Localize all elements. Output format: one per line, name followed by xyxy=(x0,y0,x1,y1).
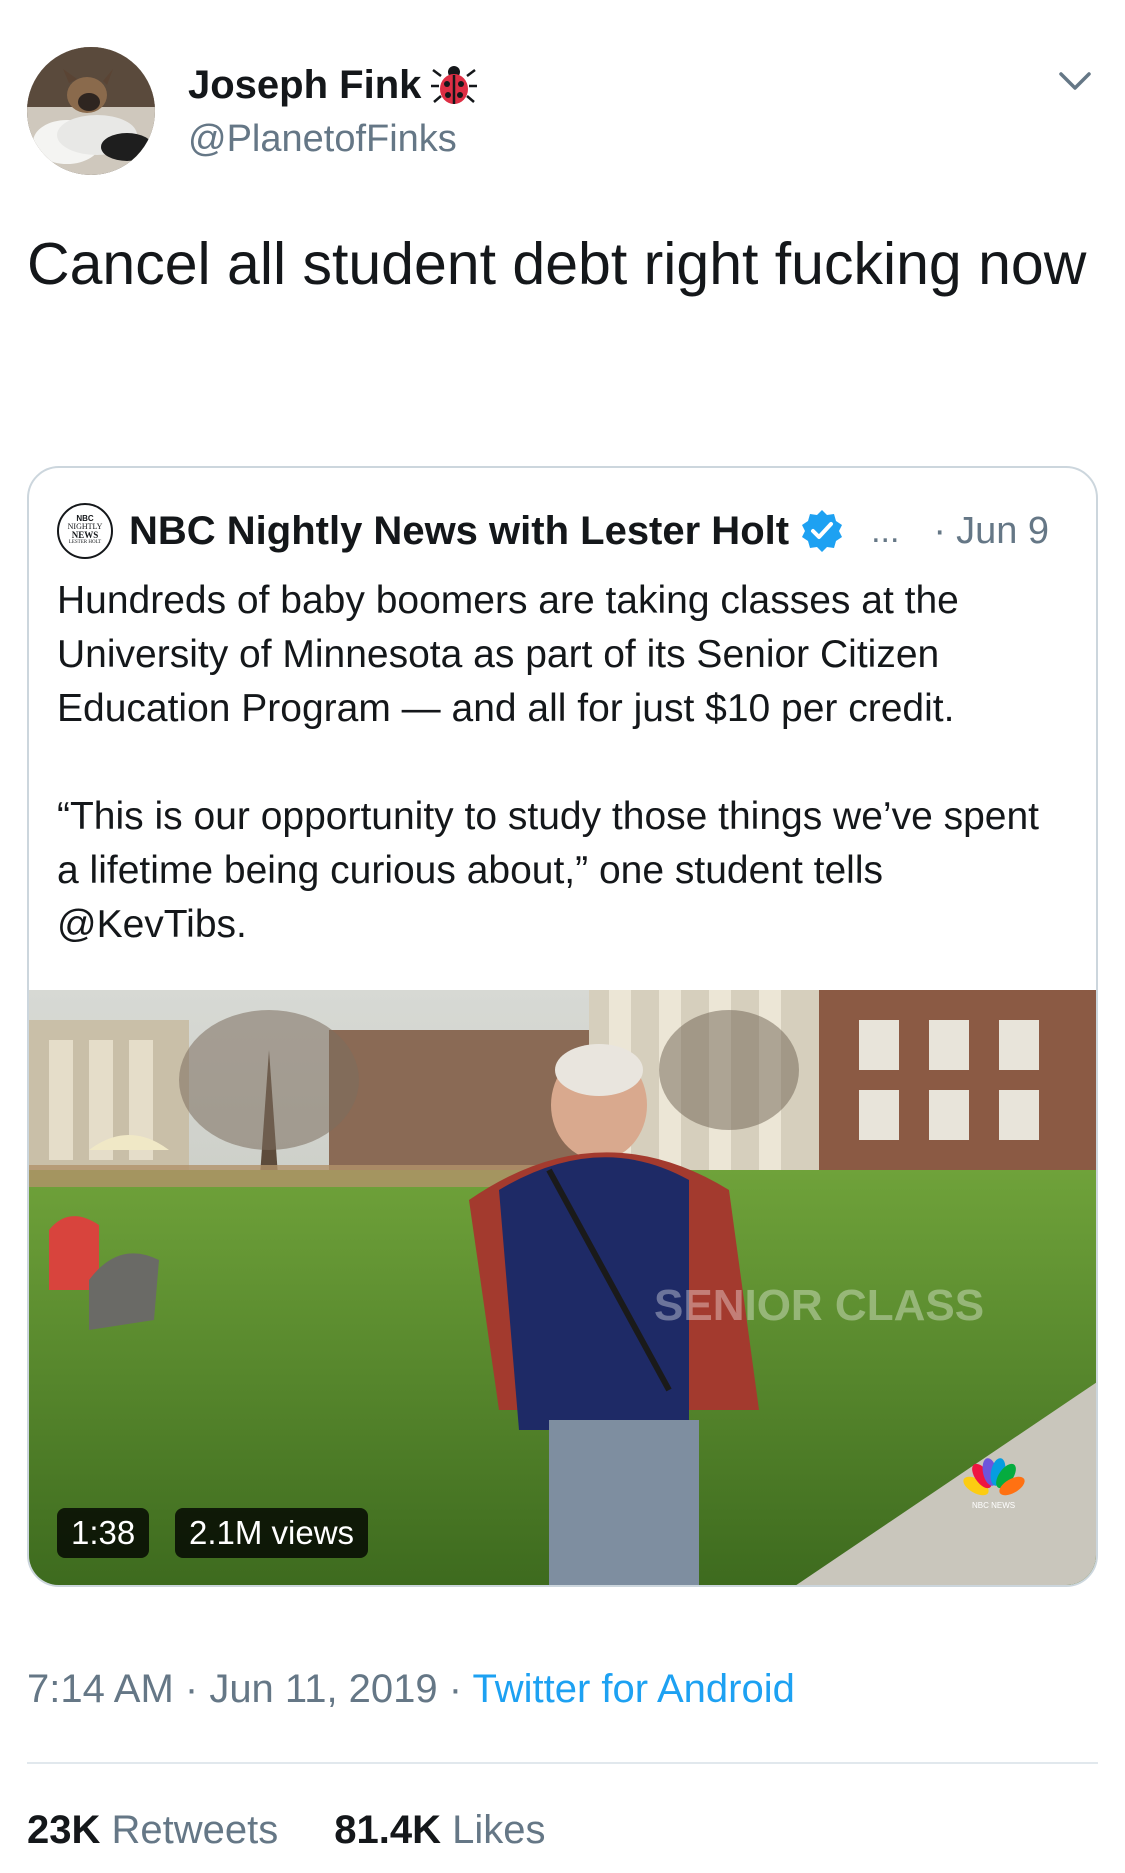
tweet-detail: Joseph Fink @PlanetofFinks Cancel all st… xyxy=(0,0,1125,1873)
quoted-name-truncation: ... xyxy=(871,511,900,550)
verified-badge-icon xyxy=(802,510,843,552)
video-view-count: 2.1M views xyxy=(175,1508,369,1558)
video-overlay-text: SENIOR CLASS xyxy=(654,1281,984,1330)
quoted-paragraph-2: “This is our opportunity to study those … xyxy=(57,795,1040,946)
tweet-time[interactable]: 7:14 AM xyxy=(27,1667,174,1711)
quoted-author-name[interactable]: NBC Nightly News with Lester Holt xyxy=(129,509,789,554)
quoted-tweet-card[interactable]: NBC NIGHTLY NEWS LESTER HOLT NBC Nightly… xyxy=(27,466,1098,1587)
logo-line-4: LESTER HOLT xyxy=(68,540,102,545)
video-watermark: NBC NEWS xyxy=(972,1501,1015,1510)
avatar[interactable] xyxy=(27,47,155,175)
ladybug-icon xyxy=(431,66,478,104)
video-duration: 1:38 xyxy=(57,1508,150,1558)
author-handle[interactable]: @PlanetofFinks xyxy=(188,118,457,161)
quoted-paragraph-1: Hundreds of baby boomers are taking clas… xyxy=(57,579,959,730)
author-display-name[interactable]: Joseph Fink xyxy=(188,63,421,108)
tweet-date[interactable]: Jun 11, 2019 xyxy=(209,1667,437,1711)
tweet-metadata: 7:14 AM · Jun 11, 2019 · Twitter for And… xyxy=(27,1667,795,1712)
retweets-label: Retweets xyxy=(111,1808,279,1852)
video-player[interactable]: SENIOR CLASS NBC NEWS 1:38 2.1M views xyxy=(29,990,1096,1585)
likes-label: Likes xyxy=(452,1808,546,1852)
video-thumbnail: SENIOR CLASS NBC NEWS xyxy=(29,990,1096,1585)
retweets-stat[interactable]: 23K Retweets xyxy=(27,1808,278,1853)
meta-separator-2: · xyxy=(437,1667,473,1711)
meta-separator-1: · xyxy=(173,1667,210,1711)
author-name-row: Joseph Fink xyxy=(188,62,478,108)
quoted-separator: · xyxy=(933,509,947,552)
divider xyxy=(27,1762,1098,1764)
likes-count: 81.4K xyxy=(334,1808,442,1852)
tweet-text: Cancel all student debt right fucking no… xyxy=(27,231,1087,297)
engagement-stats: 23K Retweets 81.4K Likes xyxy=(27,1808,546,1853)
dog-avatar-image xyxy=(27,47,155,175)
quoted-tweet-text: Hundreds of baby boomers are taking clas… xyxy=(57,574,1067,1006)
nbc-nightly-news-logo[interactable]: NBC NIGHTLY NEWS LESTER HOLT xyxy=(57,503,113,559)
tweet-source-link[interactable]: Twitter for Android xyxy=(472,1667,794,1711)
retweets-count: 23K xyxy=(27,1808,101,1852)
chevron-down-icon[interactable] xyxy=(1055,60,1095,100)
logo-line-3: NEWS xyxy=(71,530,99,540)
quoted-tweet-header: NBC NIGHTLY NEWS LESTER HOLT NBC Nightly… xyxy=(57,498,1072,564)
likes-stat[interactable]: 81.4K Likes xyxy=(334,1808,545,1853)
quoted-date[interactable]: Jun 9 xyxy=(956,510,1049,553)
